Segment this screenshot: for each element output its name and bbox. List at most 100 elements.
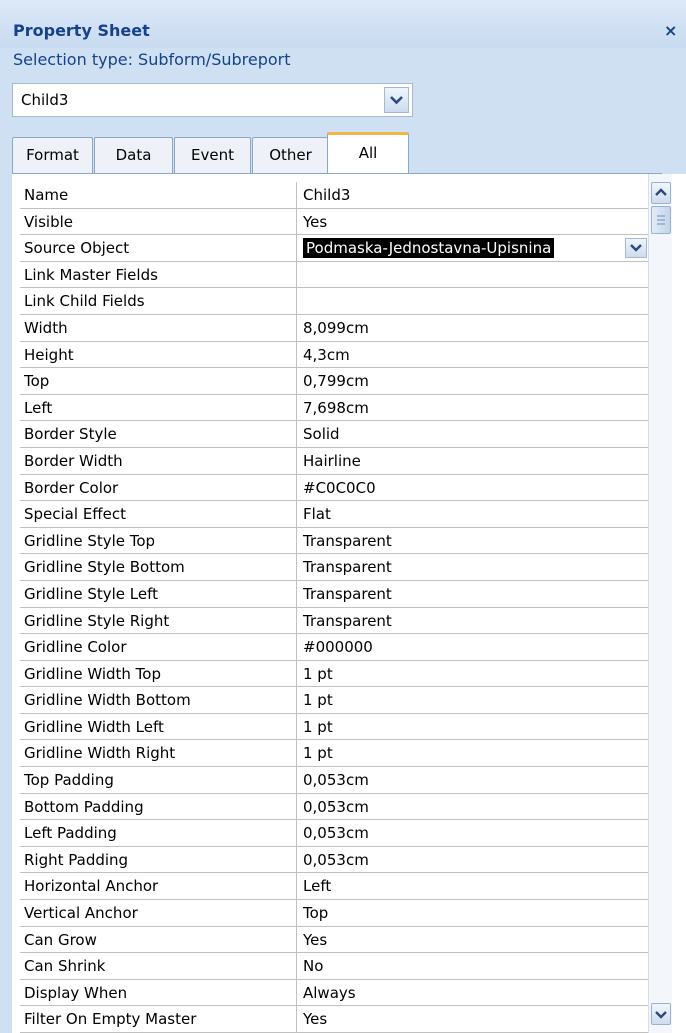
object-selector[interactable]: Child3 [12, 83, 413, 117]
property-name[interactable]: Top Padding [20, 767, 297, 793]
property-name[interactable]: Link Master Fields [20, 261, 297, 288]
property-name[interactable]: Border Width [20, 447, 297, 474]
property-value[interactable]: Podmaska-Jednostavna-Upisnina [297, 235, 652, 261]
tab-all[interactable]: All [327, 132, 409, 174]
property-row[interactable]: Width 8,099cm [20, 314, 652, 342]
property-row[interactable]: Gridline Style Left Transparent [20, 580, 652, 608]
property-row[interactable]: Border Width Hairline [20, 447, 652, 475]
property-value[interactable]: No [297, 953, 652, 979]
property-name[interactable]: Vertical Anchor [20, 900, 297, 926]
property-row[interactable]: Right Padding 0,053cm [20, 846, 652, 874]
property-row[interactable]: Height 4,3cm [20, 341, 652, 369]
tab-format[interactable]: Format [12, 137, 93, 173]
property-name[interactable]: Display When [20, 979, 297, 1006]
property-value[interactable]: Solid [297, 421, 652, 447]
property-row[interactable]: Horizontal Anchor Left [20, 873, 652, 901]
property-value[interactable]: Yes [297, 926, 652, 953]
property-value[interactable]: 7,698cm [297, 394, 652, 421]
property-name[interactable]: Special Effect [20, 501, 297, 527]
property-row[interactable]: Vertical Anchor Top [20, 900, 652, 927]
property-row[interactable]: Gridline Width Top 1 pt [20, 660, 652, 688]
property-name[interactable]: Border Style [20, 421, 297, 447]
property-row[interactable]: Link Master Fields [20, 261, 652, 289]
property-name[interactable]: Left [20, 394, 297, 421]
property-value[interactable]: 4,3cm [297, 341, 652, 368]
property-value[interactable]: Top [297, 900, 652, 926]
property-name[interactable]: Gridline Color [20, 634, 297, 660]
property-name[interactable]: Can Grow [20, 926, 297, 953]
property-value[interactable]: Transparent [297, 554, 652, 580]
property-row[interactable]: Source Object Podmaska-Jednostavna-Upisni… [20, 235, 652, 262]
property-value[interactable]: 8,099cm [297, 314, 652, 341]
property-row[interactable]: Left 7,698cm [20, 394, 652, 422]
property-name[interactable]: Left Padding [20, 820, 297, 846]
property-row[interactable]: Gridline Style Bottom Transparent [20, 554, 652, 581]
tab-event[interactable]: Event [174, 137, 251, 173]
property-row[interactable]: Filter On Empty Master Yes [20, 1006, 652, 1033]
property-value[interactable]: Yes [297, 1006, 652, 1032]
property-value[interactable]: #000000 [297, 634, 652, 660]
property-name[interactable]: Gridline Style Left [20, 580, 297, 607]
property-value[interactable]: Transparent [297, 580, 652, 607]
property-value[interactable]: 1 pt [297, 660, 652, 687]
property-name[interactable]: Gridline Style Top [20, 527, 297, 554]
close-icon[interactable]: × [664, 21, 677, 40]
property-value[interactable] [297, 288, 652, 314]
property-name[interactable]: Visible [20, 208, 297, 235]
property-row[interactable]: Gridline Color #000000 [20, 634, 652, 661]
property-name[interactable]: Gridline Style Bottom [20, 554, 297, 580]
property-row[interactable]: Can Grow Yes [20, 926, 652, 954]
arrow-up-icon[interactable] [651, 182, 671, 204]
property-value[interactable]: 0,053cm [297, 793, 652, 820]
property-row[interactable]: Border Style Solid [20, 421, 652, 448]
property-row[interactable]: Gridline Style Right Transparent [20, 607, 652, 635]
property-value[interactable]: 0,053cm [297, 820, 652, 846]
property-name[interactable]: Gridline Width Right [20, 740, 297, 767]
property-value[interactable]: 1 pt [297, 687, 652, 713]
property-name[interactable]: Source Object [20, 235, 297, 261]
property-row[interactable]: Visible Yes [20, 208, 652, 236]
property-value[interactable]: 0,053cm [297, 767, 652, 793]
property-row[interactable]: Can Shrink No [20, 953, 652, 980]
property-value[interactable] [297, 261, 652, 288]
property-row[interactable]: Gridline Style Top Transparent [20, 527, 652, 555]
property-name[interactable]: Width [20, 314, 297, 341]
arrow-down-icon[interactable] [651, 1003, 671, 1025]
property-row[interactable]: Bottom Padding 0,053cm [20, 793, 652, 821]
property-value[interactable]: 0,799cm [297, 368, 652, 394]
property-name[interactable]: Bottom Padding [20, 793, 297, 820]
property-value[interactable]: Always [297, 979, 652, 1006]
property-value[interactable]: Yes [297, 208, 652, 235]
property-value[interactable]: Left [297, 873, 652, 900]
property-value[interactable]: 1 pt [297, 713, 652, 740]
property-name[interactable]: Gridline Style Right [20, 607, 297, 634]
property-value[interactable]: Transparent [297, 607, 652, 634]
property-row[interactable]: Gridline Width Bottom 1 pt [20, 687, 652, 714]
property-name[interactable]: Top [20, 368, 297, 394]
tab-other[interactable]: Other [252, 137, 329, 173]
property-name[interactable]: Can Shrink [20, 953, 297, 979]
property-row[interactable]: Top Padding 0,053cm [20, 767, 652, 794]
property-name[interactable]: Link Child Fields [20, 288, 297, 314]
property-name[interactable]: Filter On Empty Master [20, 1006, 297, 1032]
chevron-down-icon[interactable] [625, 238, 647, 259]
property-row[interactable]: Link Child Fields [20, 288, 652, 315]
property-row[interactable]: Name Child3 [20, 182, 652, 209]
property-row[interactable]: Left Padding 0,053cm [20, 820, 652, 847]
property-value[interactable]: Transparent [297, 527, 652, 554]
property-value[interactable]: Child3 [297, 182, 652, 208]
scrollbar-thumb[interactable] [651, 206, 671, 234]
property-name[interactable]: Gridline Width Left [20, 713, 297, 740]
property-name[interactable]: Gridline Width Bottom [20, 687, 297, 713]
property-row[interactable]: Gridline Width Left 1 pt [20, 713, 652, 741]
property-name[interactable]: Gridline Width Top [20, 660, 297, 687]
property-row[interactable]: Top 0,799cm [20, 368, 652, 395]
property-row[interactable]: Gridline Width Right 1 pt [20, 740, 652, 768]
property-name[interactable]: Right Padding [20, 846, 297, 873]
property-name[interactable]: Border Color [20, 474, 297, 501]
property-row[interactable]: Special Effect Flat [20, 501, 652, 528]
chevron-down-icon[interactable] [384, 87, 409, 113]
property-name[interactable]: Name [20, 182, 297, 208]
property-row[interactable]: Border Color #C0C0C0 [20, 474, 652, 502]
vertical-scrollbar[interactable] [648, 174, 672, 1033]
